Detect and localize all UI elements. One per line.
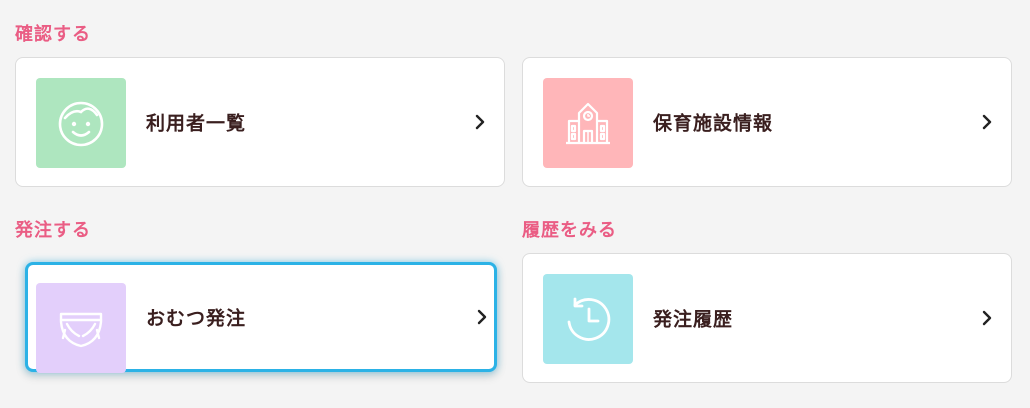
facility-info-label: 保育施設情報	[653, 112, 774, 135]
users-list-card[interactable]: 利用者一覧	[15, 57, 505, 187]
diaper-order-card[interactable]: おむつ発注	[25, 262, 497, 373]
chevron-right-icon	[982, 114, 992, 130]
section-title-history: 履歴をみる	[522, 220, 617, 241]
face-icon	[58, 101, 104, 147]
diaper-order-tile	[36, 283, 126, 373]
facility-tile	[543, 78, 633, 168]
section-title-order: 発注する	[15, 220, 91, 241]
school-building-icon	[566, 102, 610, 145]
chevron-right-icon	[477, 309, 487, 325]
order-history-label: 発注履歴	[653, 308, 734, 331]
facility-info-card[interactable]: 保育施設情報	[522, 57, 1012, 187]
history-clock-icon	[567, 297, 611, 341]
diaper-order-label: おむつ発注	[146, 307, 247, 330]
users-list-label: 利用者一覧	[146, 112, 247, 135]
chevron-right-icon	[982, 310, 992, 326]
diaper-icon	[59, 312, 103, 348]
order-history-card[interactable]: 発注履歴	[522, 253, 1012, 383]
order-history-tile	[543, 274, 633, 364]
section-title-confirm: 確認する	[15, 24, 91, 45]
users-tile	[36, 78, 126, 168]
chevron-right-icon	[475, 114, 485, 130]
